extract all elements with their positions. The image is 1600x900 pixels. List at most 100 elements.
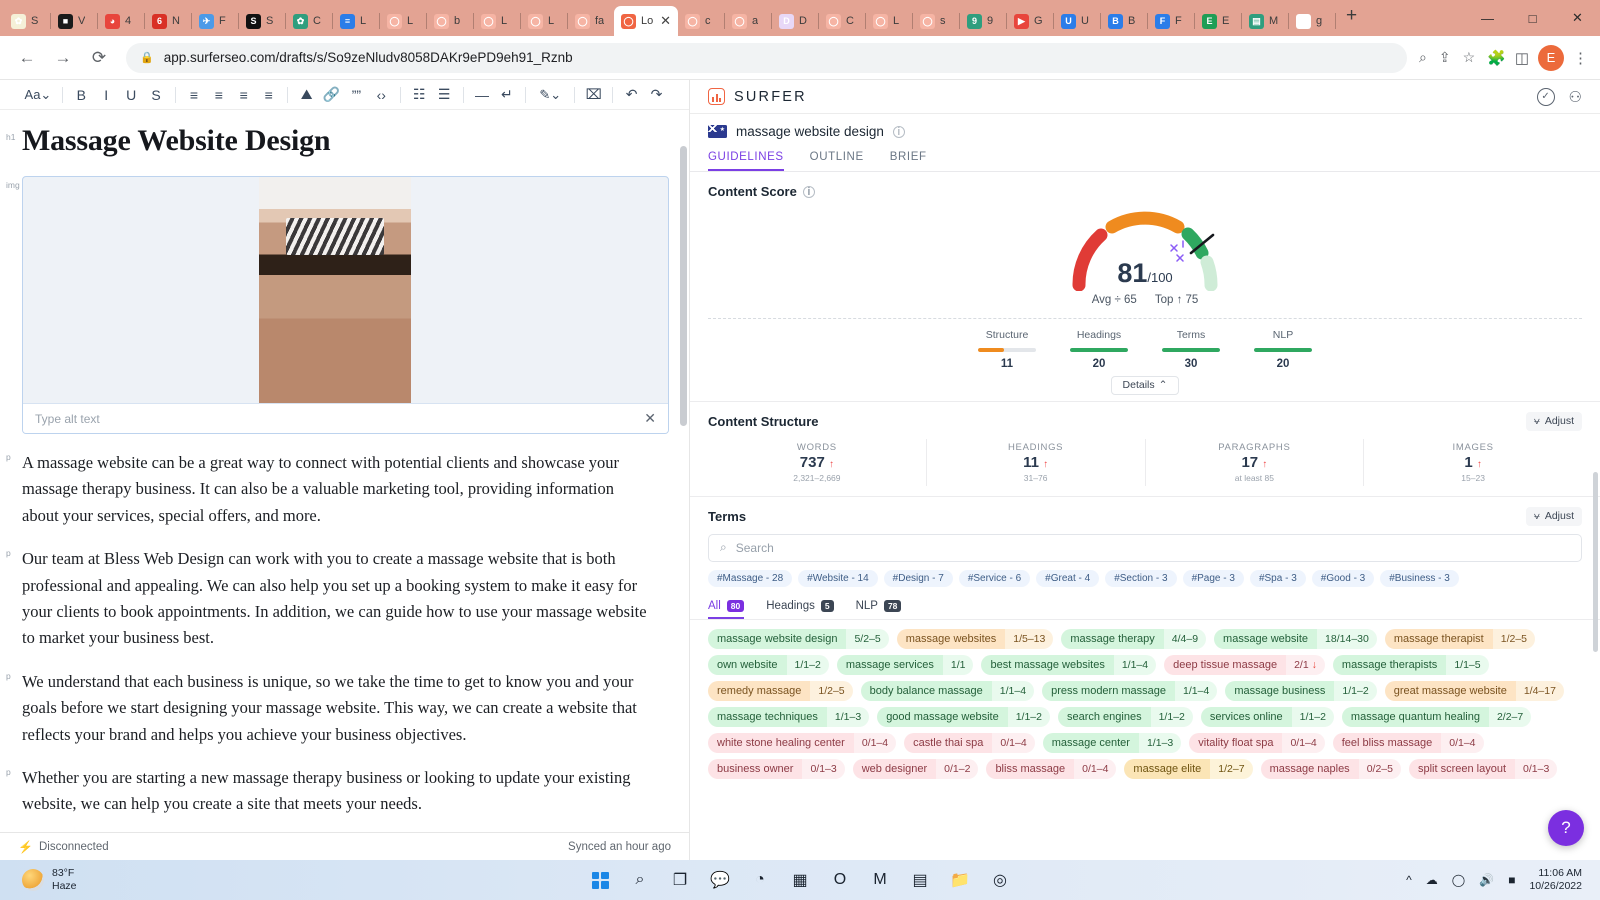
align-center-button[interactable]: ≡ (206, 82, 231, 107)
term-chip[interactable]: bliss massage 0/1–4 (986, 758, 1117, 779)
terms-search-box[interactable]: ⌕ Search (708, 533, 1582, 562)
term-chip[interactable]: massage naples 0/2–5 (1260, 758, 1401, 779)
browser-tab[interactable]: ▤ M (1242, 6, 1288, 36)
clear-format-button[interactable]: ⌧ (581, 82, 606, 107)
help-button[interactable]: ? (1548, 810, 1584, 846)
side-panel-icon[interactable]: ◫ (1515, 49, 1529, 67)
hashtag-chip[interactable]: #Design - 7 (883, 569, 953, 587)
browser-tab[interactable]: 99 (960, 6, 1006, 36)
term-chip[interactable]: massage services 1/1 (836, 654, 974, 675)
term-chip[interactable]: massage therapists 1/1–5 (1332, 654, 1489, 675)
tray-chevron-icon[interactable]: ^ (1406, 873, 1412, 887)
check-circle-icon[interactable]: ✓ (1536, 87, 1555, 106)
align-right-button[interactable]: ≡ (231, 82, 256, 107)
browser-tab[interactable]: ◯ L (474, 6, 520, 36)
share-icon[interactable]: ⇪ (1439, 49, 1451, 66)
browser-tab[interactable]: ▶ G (1007, 6, 1053, 36)
term-chip[interactable]: good massage website 1/1–2 (877, 706, 1050, 727)
term-chip[interactable]: massage website 18/14–30 (1214, 628, 1377, 649)
browser-tab[interactable]: ◯ fa (568, 6, 614, 36)
term-chip[interactable]: white stone healing center 0/1–4 (708, 732, 897, 753)
terms-filter-headings[interactable]: Headings 5 (766, 595, 834, 619)
battery-icon[interactable]: ■ (1508, 873, 1515, 887)
term-chip[interactable]: massage business 1/1–2 (1225, 680, 1377, 701)
term-chip[interactable]: services online 1/1–2 (1200, 706, 1334, 727)
browser-tab[interactable]: ◯ C (819, 6, 865, 36)
align-justify-button[interactable]: ≡ (256, 82, 281, 107)
browser-tab[interactable]: FF (1148, 6, 1194, 36)
term-chip[interactable]: remedy massage 1/2–5 (708, 680, 853, 701)
browser-tab[interactable]: ◯ b (427, 6, 473, 36)
hashtag-chip[interactable]: #Website - 14 (798, 569, 878, 587)
term-chip[interactable]: web designer 0/1–2 (852, 758, 979, 779)
term-chip[interactable]: best massage websites 1/1–4 (981, 654, 1157, 675)
browser-tab[interactable]: ◕ 4 (98, 6, 144, 36)
browser-tab[interactable]: Gg (1289, 6, 1335, 36)
term-chip[interactable]: massage therapy 4/4–9 (1061, 628, 1207, 649)
inline-image-block[interactable]: Type alt text ✕ (22, 176, 669, 434)
surfer-tab-guidelines[interactable]: GUIDELINES (708, 145, 784, 171)
undo-button[interactable]: ↶ (619, 82, 644, 107)
term-chip[interactable]: massage quantum healing 2/2–7 (1341, 706, 1532, 727)
term-chip[interactable]: vitality float spa 0/1–4 (1189, 732, 1325, 753)
term-chip[interactable]: massage center 1/1–3 (1042, 732, 1182, 753)
font-size-dropdown[interactable]: Aa⌄ (20, 82, 56, 107)
browser-tab[interactable]: ≡ L (333, 6, 379, 36)
bookmark-star-icon[interactable]: ☆ (1463, 49, 1476, 66)
term-chip[interactable]: split screen layout 0/1–3 (1408, 758, 1558, 779)
volume-icon[interactable]: 🔊 (1479, 873, 1494, 887)
blockquote-button[interactable]: ”” (344, 82, 369, 107)
minimize-button[interactable]: — (1465, 11, 1510, 26)
browser-tab[interactable]: ◯ c (678, 6, 724, 36)
browser-tab[interactable]: DD (772, 6, 818, 36)
bold-button[interactable]: B (69, 82, 94, 107)
content-score-info-icon[interactable]: i (802, 185, 815, 198)
align-left-button[interactable]: ≡ (182, 82, 207, 107)
hashtag-chip[interactable]: #Great - 4 (1036, 569, 1100, 587)
sheets-icon[interactable]: ▤ (907, 867, 933, 893)
forward-button[interactable]: → (48, 43, 78, 73)
address-bar[interactable]: 🔒 app.surferseo.com/drafts/s/So9zeNludv8… (126, 42, 1407, 73)
browser-tab[interactable]: ◯ a (725, 6, 771, 36)
panel-scrollbar[interactable] (1593, 472, 1598, 652)
terms-filter-all[interactable]: All 80 (708, 595, 745, 619)
term-chip[interactable]: business owner 0/1–3 (708, 758, 845, 779)
term-chip[interactable]: great massage website 1/4–17 (1384, 680, 1564, 701)
chrome-icon[interactable]: ◎ (987, 867, 1013, 893)
zoom-icon[interactable]: ⌕ (1419, 49, 1427, 66)
browser-tab[interactable]: UU (1054, 6, 1100, 36)
term-chip[interactable]: deep tissue massage 2/1 ↓ (1164, 654, 1325, 675)
wifi-icon[interactable]: ◯ (1452, 873, 1465, 887)
terms-adjust-button[interactable]: ⩝ Adjust (1525, 506, 1582, 526)
surfer-tab-brief[interactable]: BRIEF (890, 145, 927, 171)
term-chip[interactable]: press modern massage 1/1–4 (1042, 680, 1218, 701)
back-button[interactable]: ← (12, 43, 42, 73)
hashtag-chip[interactable]: #Spa - 3 (1249, 569, 1306, 587)
start-button[interactable] (587, 867, 613, 893)
opera-icon[interactable]: O (827, 867, 853, 893)
ordered-list-button[interactable]: ☷ (407, 82, 432, 107)
edge-icon[interactable]: ◔ (747, 867, 773, 893)
weather-widget[interactable]: 83°F Haze (8, 867, 77, 893)
browser-tab[interactable]: ◯ Lo ✕ (614, 6, 678, 36)
browser-tab[interactable]: ◯ L (866, 6, 912, 36)
tab-close-icon[interactable]: ✕ (660, 13, 671, 29)
format-paint-button[interactable]: ✎⌄ (532, 82, 568, 107)
browser-tab[interactable]: ◯ L (380, 6, 426, 36)
hashtag-chip[interactable]: #Massage - 28 (708, 569, 793, 587)
browser-tab[interactable]: ✿ S (4, 6, 50, 36)
browser-tab[interactable]: ◯ L (521, 6, 567, 36)
term-chip[interactable]: massage therapist 1/2–5 (1384, 628, 1536, 649)
insert-image-button[interactable]: ⛰ (294, 82, 319, 107)
reload-button[interactable]: ⟳ (84, 43, 114, 73)
new-tab-button[interactable]: + (1336, 5, 1367, 31)
profile-avatar[interactable]: E (1538, 44, 1564, 71)
line-break-button[interactable]: ↵ (494, 82, 519, 107)
remove-image-button[interactable]: ✕ (644, 410, 656, 427)
underline-button[interactable]: U (119, 82, 144, 107)
hashtag-chip[interactable]: #Page - 3 (1182, 569, 1244, 587)
bullet-list-button[interactable]: ☰ (432, 82, 457, 107)
term-chip[interactable]: massage techniques 1/1–3 (708, 706, 870, 727)
apps-grid-icon[interactable]: ⚇ (1569, 88, 1582, 106)
mail-icon[interactable]: M (867, 867, 893, 893)
